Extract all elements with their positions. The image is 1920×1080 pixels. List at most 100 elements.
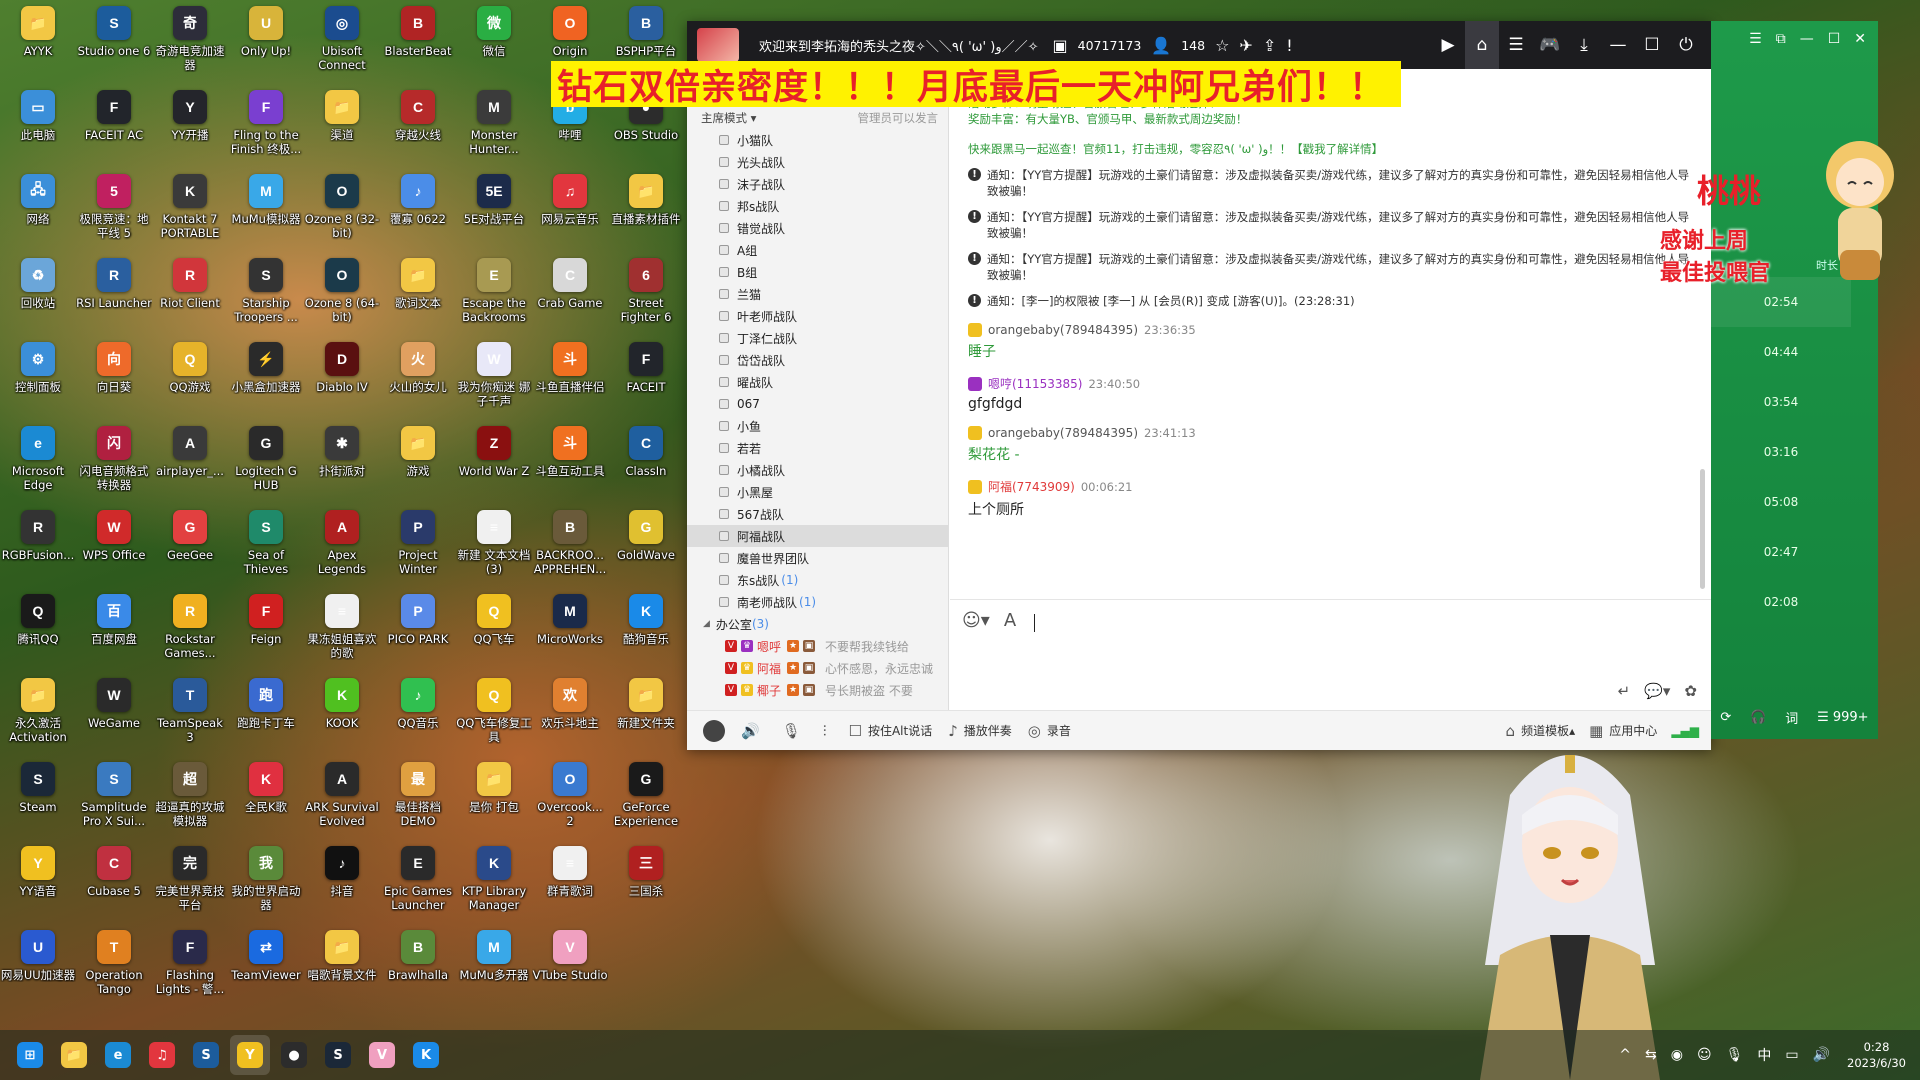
desktop-icon[interactable]: 最最佳搭档 DEMO — [380, 762, 456, 846]
desktop-icon[interactable]: 三三国杀 — [608, 846, 684, 930]
system-cta[interactable]: 快来跟黑马一起巡查！官频11，打击违规，零容忍٩( 'ω' )و！！【戳我了解详… — [968, 141, 1693, 157]
desktop-icon[interactable]: 火火山的女儿 — [380, 342, 456, 426]
close-icon[interactable]: ✕ — [1854, 31, 1866, 47]
chat-messages[interactable]: 时间游戏，品质游戏及语言成年海量工作活动多样：明星场控、官颁管理、多样活动选择！… — [950, 69, 1711, 599]
desktop-icon[interactable]: 跑跑跑卡丁车 — [228, 678, 304, 762]
desktop-icon[interactable]: S Sea of Thieves — [228, 510, 304, 594]
channel-item[interactable]: 567战队 — [687, 503, 948, 525]
channel-item[interactable]: B组 — [687, 261, 948, 283]
channel-item[interactable]: 错觉战队 — [687, 217, 948, 239]
chat-message[interactable]: 嗯哼(11153385) 23:40:50 gfgfdgd — [968, 375, 1693, 412]
message-input-area[interactable]: ☺▾ A ↵ 💬▾ ✿ — [950, 599, 1711, 710]
mic-tray-icon[interactable]: 🎙 — [1726, 1047, 1744, 1063]
power-icon[interactable]: ⏻ — [1669, 21, 1703, 69]
ime-indicator[interactable]: 中 — [1757, 1045, 1771, 1065]
desktop-icon[interactable]: e Microsoft Edge — [0, 426, 76, 510]
taskbar-studio-one[interactable]: S — [186, 1035, 226, 1075]
download-icon[interactable]: ⤓ — [1567, 21, 1601, 69]
chat-scrollbar[interactable] — [1700, 469, 1705, 589]
desktop-icon[interactable]: M Monster Hunter... — [456, 90, 532, 174]
channel-item[interactable]: 魔兽世界团队 — [687, 547, 948, 569]
taskbar-yy-voice[interactable]: Y — [230, 1035, 270, 1075]
desktop-icon[interactable]: 5 极限竞速：地平线 5 — [76, 174, 152, 258]
song-duration[interactable]: 02:08 — [1711, 577, 1851, 627]
emoji-icon[interactable]: ☺▾ — [962, 610, 990, 631]
desktop-icon[interactable]: S Samplitude Pro X Sui... — [76, 762, 152, 846]
clock[interactable]: 0:28 2023/6/30 — [1847, 1039, 1906, 1071]
channel-user[interactable]: V ♛ 嗯呼 ★ ▣ 不要帮我续钱给 — [687, 635, 948, 657]
desktop-icon[interactable]: ⇄ TeamViewer — [228, 930, 304, 1014]
channel-item[interactable]: 小黑屋 — [687, 481, 948, 503]
desktop-icon[interactable]: R RSI Launcher — [76, 258, 152, 342]
desktop-icon[interactable]: Y YY开播 — [152, 90, 228, 174]
channel-item[interactable]: 小橘战队 — [687, 459, 948, 481]
flower-icon[interactable]: ✿ — [1684, 682, 1697, 700]
desktop-icon[interactable]: 📁 歌词文本 — [380, 258, 456, 342]
taskbar-file-explorer[interactable]: 📁 — [54, 1035, 94, 1075]
desktop-icon[interactable]: 欢欢乐斗地主 — [532, 678, 608, 762]
gamepad-icon[interactable]: 🎮 — [1533, 21, 1567, 69]
mixer-icon[interactable]: ⫶ — [823, 722, 833, 740]
maximize-button[interactable]: ☐ — [1635, 21, 1669, 69]
group-office[interactable]: ◢ 办公室 (3) — [687, 613, 948, 635]
chat-message[interactable]: orangebaby(789484395) 23:36:35 睡子 — [968, 323, 1693, 361]
maximize-button[interactable]: ☐ — [1828, 31, 1841, 47]
desktop-icon[interactable]: K 酷狗音乐 — [608, 594, 684, 678]
desktop-icon[interactable]: 📁 永久激活 Activation — [0, 678, 76, 762]
minimize-button[interactable]: — — [1800, 31, 1814, 47]
desktop-icon[interactable]: U Only Up! — [228, 6, 304, 90]
taskbar-edge[interactable]: e — [98, 1035, 138, 1075]
channel-user[interactable]: V ♛ 椰子 ★ ▣ 号长期被盗 不要 — [687, 679, 948, 701]
enter-icon[interactable]: ↵ — [1618, 682, 1631, 700]
taskbar-start-button[interactable]: ⊞ — [10, 1035, 50, 1075]
channel-item[interactable]: 光头战队 — [687, 151, 948, 173]
desktop-icon[interactable]: ▭ 此电脑 — [0, 90, 76, 174]
desktop-icon[interactable]: C Crab Game — [532, 258, 608, 342]
desktop-icon[interactable]: 闪闪电音频格式转换器 — [76, 426, 152, 510]
desktop-icon[interactable]: C Cubase 5 — [76, 846, 152, 930]
desktop-icon[interactable]: Z World War Z — [456, 426, 532, 510]
desktop-icon[interactable]: D Diablo IV — [304, 342, 380, 426]
desktop-icon[interactable]: 📁 新建文件夹 — [608, 678, 684, 762]
taskbar-kugou[interactable]: K — [406, 1035, 446, 1075]
desktop-icon[interactable]: F Feign — [228, 594, 304, 678]
desktop-icon[interactable]: S Studio one 6 — [76, 6, 152, 90]
desktop-icon[interactable]: 🖧 网络 — [0, 174, 76, 258]
desktop-icon[interactable]: T TeamSpeak 3 — [152, 678, 228, 762]
font-icon[interactable]: A — [1004, 610, 1016, 631]
desktop-icon[interactable]: ⚡ 小黑盒加速器 — [228, 342, 304, 426]
channel-item[interactable]: A组 — [687, 239, 948, 261]
channel-item[interactable]: 阿福战队 — [687, 525, 948, 547]
channel-item[interactable]: 若若 — [687, 437, 948, 459]
song-duration[interactable]: 03:16 — [1711, 427, 1851, 477]
desktop-icon[interactable]: F FACEIT — [608, 342, 684, 426]
alt-talk-checkbox[interactable]: ☐ 按住Alt说话 — [849, 722, 933, 740]
speaker-icon[interactable]: 🔊 — [741, 722, 766, 740]
desktop-icon[interactable]: 6 Street Fighter 6 — [608, 258, 684, 342]
desktop-icon[interactable]: ♫ 网易云音乐 — [532, 174, 608, 258]
desktop-icon[interactable]: Q QQ游戏 — [152, 342, 228, 426]
yy-tray-icon[interactable]: ☺ — [1697, 1047, 1712, 1063]
desktop-icon[interactable]: M MuMu模拟器 — [228, 174, 304, 258]
desktop-icon[interactable]: C ClassIn — [608, 426, 684, 510]
home-icon[interactable]: ⌂ — [1465, 21, 1499, 69]
playlist-count[interactable]: ☰ 999+ — [1817, 710, 1869, 725]
display-tray-icon[interactable]: ▭ — [1785, 1047, 1798, 1063]
desktop-icon[interactable]: 百百度网盘 — [76, 594, 152, 678]
desktop-icon[interactable]: W WPS Office — [76, 510, 152, 594]
desktop-icon[interactable]: ≡ 新建 文本文档 (3) — [456, 510, 532, 594]
star-icon[interactable]: ☆ — [1215, 36, 1229, 55]
desktop-icon[interactable]: G Logitech G HUB — [228, 426, 304, 510]
desktop-icon[interactable]: O Ozone 8 (32-bit) — [304, 174, 380, 258]
desktop-icon[interactable]: G GeForce Experience — [608, 762, 684, 846]
song-duration[interactable]: 03:54 — [1711, 377, 1851, 427]
desktop-icon[interactable]: F Fling to the Finish 终极... — [228, 90, 304, 174]
desktop-icon[interactable]: Q QQ飞车修复工具 — [456, 678, 532, 762]
channel-item[interactable]: 小猫队 — [687, 129, 948, 151]
volume-icon[interactable]: 🔊 — [1813, 1047, 1830, 1063]
channel-item[interactable]: 丁泽仁战队 — [687, 327, 948, 349]
desktop-icon[interactable]: G GeeGee — [152, 510, 228, 594]
desktop-icon[interactable]: K Kontakt 7 PORTABLE — [152, 174, 228, 258]
desktop-icon[interactable]: 5E 5E对战平台 — [456, 174, 532, 258]
channel-list[interactable]: 主席模式 ▾ 管理员可以发言 小猫队 光头战队 沫子战队 邦s战队 错觉战队 A组 B组 兰猫… — [687, 107, 949, 710]
